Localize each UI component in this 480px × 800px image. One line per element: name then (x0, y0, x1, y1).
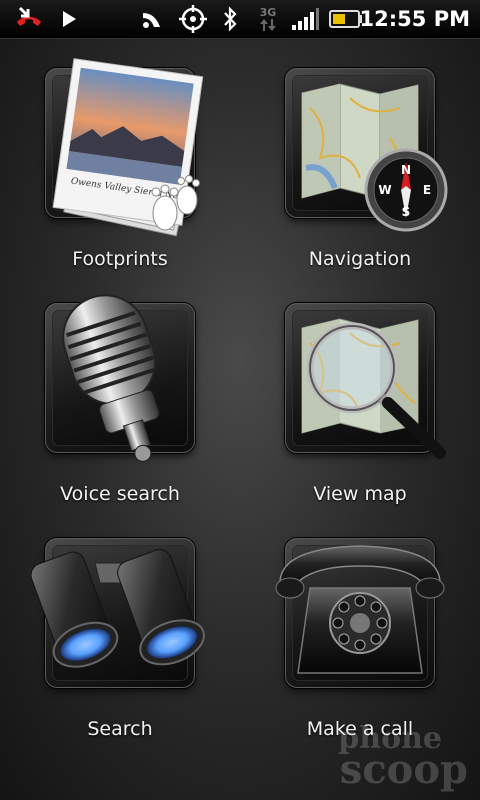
compass-n: N (401, 163, 411, 177)
wifi-icon (138, 0, 166, 38)
navigation-icon: N S E W (301, 83, 448, 232)
telephone-icon (275, 545, 445, 674)
compass-icon: N S E W (364, 148, 448, 232)
microphone-icon (62, 294, 160, 462)
navigation-app-tile[interactable]: N S E W Navigation (240, 38, 480, 273)
bluetooth-icon (218, 0, 242, 38)
binoculars-icon (30, 549, 205, 668)
compass-e: E (423, 183, 431, 197)
make-a-call-app-tile[interactable]: Make a call (240, 508, 480, 743)
signal-strength-icon (288, 0, 322, 38)
footprints-icon: Owens Valley Sierra Nevada (52, 58, 204, 237)
network-type-label: 3G (259, 5, 277, 19)
search-app-tile[interactable]: Search (0, 508, 240, 743)
magnifier-map-icon (301, 318, 446, 459)
gps-icon (176, 0, 210, 38)
clock: 12:55 PM (359, 7, 470, 31)
watermark-line2: scoop (339, 746, 468, 793)
play-icon (58, 0, 80, 38)
3g-data-icon: 3G (254, 0, 282, 38)
compass-w: W (378, 183, 391, 197)
view-map-app-tile[interactable]: View map (240, 273, 480, 508)
compass-s: S (402, 205, 411, 219)
status-bar[interactable]: 3G 12:55 PM (0, 0, 480, 39)
footprints-app-tile[interactable]: Owens Valley Sierra Nevada Footprints (0, 38, 240, 273)
voice-search-app-tile[interactable]: Voice search (0, 273, 240, 508)
missed-call-icon (12, 0, 46, 38)
